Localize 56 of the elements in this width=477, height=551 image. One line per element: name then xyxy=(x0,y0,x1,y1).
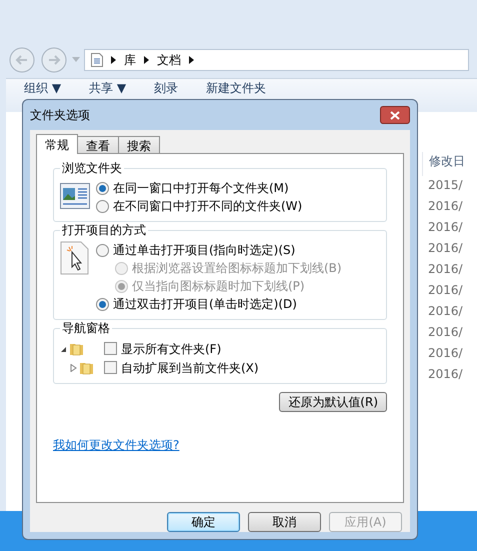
tab[interactable]: 常规 xyxy=(36,134,78,154)
option-label: 根据浏览器设置给图标标题加下划线(B) xyxy=(132,260,342,277)
option-label: 通过双击打开项目(单击时选定)(D) xyxy=(113,296,297,313)
close-button[interactable] xyxy=(380,106,410,124)
toolbar-item[interactable]: 刻录 xyxy=(154,81,178,95)
column-header[interactable]: 修改日 xyxy=(422,152,477,176)
toolbar-item[interactable]: 新建文件夹 xyxy=(206,81,266,95)
tab[interactable]: 查看 xyxy=(77,136,119,154)
option-label: 在不同窗口中打开不同的文件夹(W) xyxy=(113,198,302,215)
dropdown-icon[interactable] xyxy=(72,57,80,63)
date-cell-text: 2015/ xyxy=(427,177,464,194)
back-icon[interactable] xyxy=(8,46,36,74)
chevron-icon[interactable] xyxy=(189,56,194,64)
expanded-icon[interactable] xyxy=(60,344,67,352)
radio-button[interactable] xyxy=(96,244,109,256)
checkbox[interactable] xyxy=(104,361,117,374)
dialog-button[interactable]: 取消 xyxy=(248,512,321,532)
date-cell-text: 2016/ xyxy=(427,198,464,215)
date-cell-text: 2016/ xyxy=(427,345,464,362)
breadcrumb-item[interactable]: 文档 xyxy=(157,51,181,69)
restore-defaults-button[interactable]: 还原为默认值(R) xyxy=(279,392,387,412)
date-cell-text: 2016/ xyxy=(427,261,464,278)
group-title: 打开项目的方式 xyxy=(60,222,148,238)
chevron-icon[interactable] xyxy=(144,56,149,64)
checkbox[interactable] xyxy=(104,342,117,355)
breadcrumb-item[interactable]: 库 xyxy=(124,51,136,69)
option-label: 自动扩展到当前文件夹(X) xyxy=(121,360,259,376)
group-title: 导航窗格 xyxy=(60,320,112,336)
cursor-icon xyxy=(60,241,90,275)
document-icon xyxy=(91,53,103,67)
dialog-title: 文件夹选项 xyxy=(30,107,90,124)
chevron-icon[interactable] xyxy=(111,56,116,64)
toolbar-item[interactable]: 组织 ▼ xyxy=(24,81,62,95)
date-cell-text: 2016/ xyxy=(427,240,464,257)
toolbar-item[interactable]: 共享 ▼ xyxy=(89,81,126,95)
address-bar[interactable]: 库 文档 xyxy=(84,49,469,71)
forward-icon[interactable] xyxy=(40,46,68,74)
dialog-button[interactable]: 确定 xyxy=(167,512,240,532)
tab[interactable]: 搜索 xyxy=(118,136,160,154)
help-link[interactable]: 我如何更改文件夹选项? xyxy=(53,438,180,452)
collapsed-icon[interactable] xyxy=(70,364,77,372)
radio-button[interactable] xyxy=(96,182,109,194)
date-cell-text: 2016/ xyxy=(427,282,464,299)
window-icon xyxy=(60,183,90,209)
date-cell-text: 2016/ xyxy=(427,324,464,341)
date-cell-text: 2016/ xyxy=(427,303,464,320)
radio-button[interactable] xyxy=(96,298,109,310)
option-label: 显示所有文件夹(F) xyxy=(121,340,222,358)
date-cell-text: 2016/ xyxy=(427,366,464,383)
option-label: 在同一窗口中打开每个文件夹(M) xyxy=(113,180,289,197)
radio-button[interactable] xyxy=(96,200,109,212)
date-cell-text: 2016/ xyxy=(427,219,464,236)
option-label: 通过单击打开项目(指向时选定)(S) xyxy=(113,242,296,259)
option-label: 仅当指向图标标题时加下划线(P) xyxy=(132,278,305,295)
group-title: 浏览文件夹 xyxy=(60,160,124,176)
close-icon xyxy=(390,110,400,120)
